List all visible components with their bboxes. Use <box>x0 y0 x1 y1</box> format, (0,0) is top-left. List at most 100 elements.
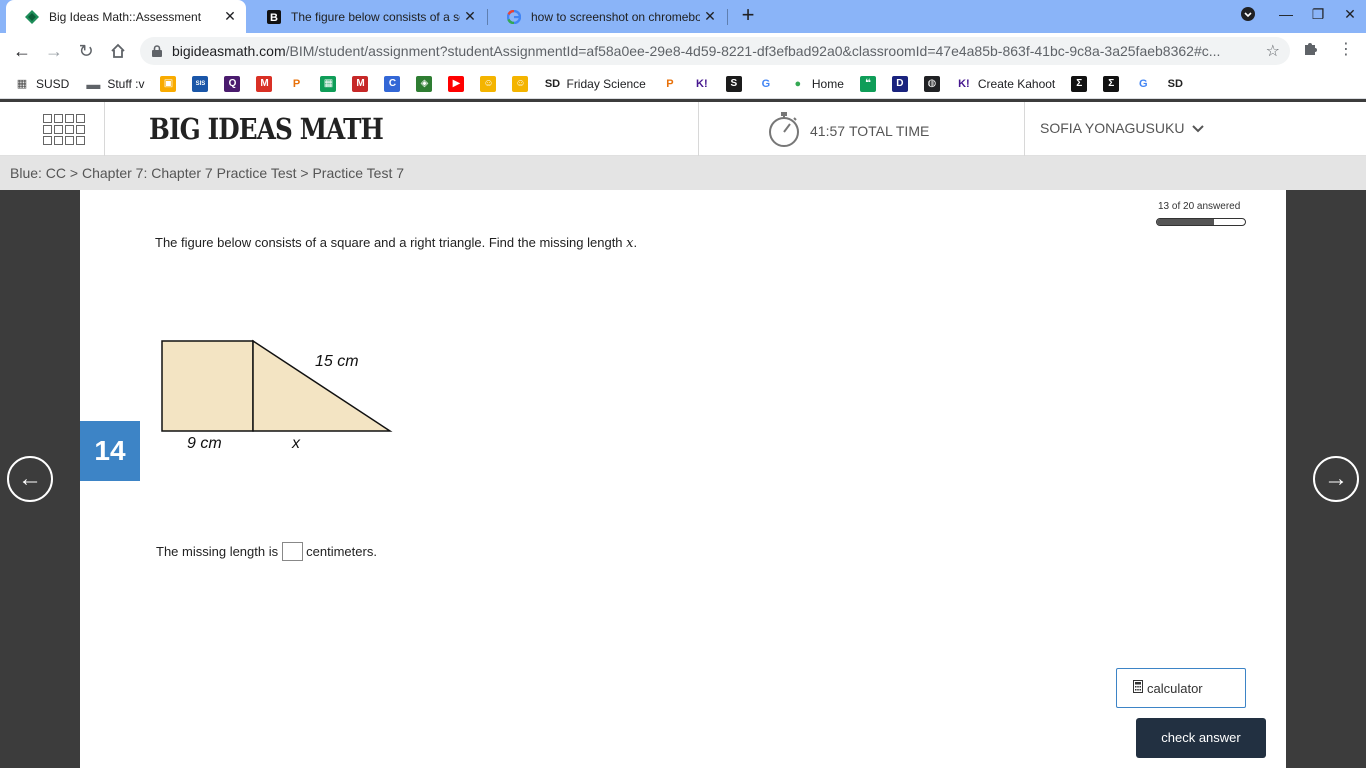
kahoot-icon: K! <box>958 77 970 90</box>
next-question-arrow-icon[interactable]: → <box>1313 456 1359 502</box>
bookmark-item[interactable]: P <box>288 76 304 92</box>
question-text-after: . <box>633 235 638 250</box>
minimize-icon[interactable]: — <box>1276 6 1296 22</box>
bookmark-item[interactable]: ▬ Stuff :v <box>85 76 144 92</box>
question-variable: x <box>626 236 634 251</box>
answer-input[interactable] <box>282 542 304 561</box>
question-text: The figure below consists of a square an… <box>155 235 637 251</box>
bookmark-item[interactable]: SD Friday Science <box>544 76 646 92</box>
address-bar[interactable]: bigideasmath.com/BIM/student/assignment?… <box>140 37 1290 65</box>
hypotenuse-label: 15 cm <box>315 353 359 370</box>
folder-icon: ▬ <box>86 75 101 92</box>
pear-icon: P <box>292 77 301 90</box>
breadcrumb: Blue: CC > Chapter 7: Chapter 7 Practice… <box>0 156 1366 190</box>
bookmark-item[interactable]: K! <box>694 76 710 92</box>
svg-text:B: B <box>270 12 278 24</box>
bookmark-item[interactable]: ☺ <box>512 75 529 92</box>
home-icon[interactable] <box>105 38 131 64</box>
time-value: 41:57 <box>810 122 846 139</box>
face-icon: ☺ <box>480 75 497 92</box>
c-icon: C <box>384 75 401 92</box>
bookmarks-bar: ▦ SUSD ▬ Stuff :v ▣ SIS Q M P ▦ M C ◈ ▶ ☺ ☺ SD Friday Sci… <box>0 69 1366 99</box>
bookmark-item[interactable]: M <box>352 75 369 92</box>
bookmark-item[interactable]: C <box>384 75 401 92</box>
bookmark-item[interactable]: ▦ <box>320 75 337 92</box>
reload-icon[interactable]: ↻ <box>73 38 99 64</box>
google-favicon-icon <box>506 9 522 25</box>
bookmark-item[interactable]: Q <box>224 75 241 92</box>
user-menu[interactable]: SOFIA YONAGUSUKU <box>1040 120 1205 136</box>
sis-icon: SIS <box>192 75 209 92</box>
bookmark-item[interactable]: SD <box>1167 76 1183 92</box>
bookmark-item[interactable]: ▣ <box>160 75 177 92</box>
bookmark-item[interactable]: ◍ <box>923 75 940 92</box>
bookmark-item[interactable]: ▦ SUSD <box>14 76 70 92</box>
brainly-favicon-icon: B <box>266 9 282 25</box>
square-side-label: 9 cm <box>187 435 222 452</box>
bookmark-item[interactable]: ● Home <box>790 76 844 92</box>
bookmark-item[interactable]: ❝ <box>859 75 876 92</box>
browser-toolbar: ← → ↻ bigideasmath.com/BIM/student/assig… <box>0 33 1366 69</box>
tab-search-chevron-icon[interactable] <box>1238 6 1258 25</box>
back-arrow-icon[interactable]: ← <box>9 38 35 64</box>
tab-close-icon[interactable]: ✕ <box>700 8 720 25</box>
big-ideas-math-favicon-icon <box>24 9 40 25</box>
forward-arrow-icon[interactable]: → <box>41 38 67 64</box>
tab-close-icon[interactable]: ✕ <box>220 8 240 25</box>
bookmark-item[interactable]: SIS <box>192 75 209 92</box>
progress-label: 13 of 20 answered <box>1158 201 1241 212</box>
bookmark-item[interactable]: M <box>256 75 273 92</box>
new-tab-plus-icon[interactable]: + <box>736 4 760 28</box>
tab-title: how to screenshot on chromebo <box>531 9 700 24</box>
app-grid-menu-icon[interactable] <box>43 114 85 146</box>
tab-close-icon[interactable]: ✕ <box>460 8 480 25</box>
bookmark-star-icon[interactable]: ☆ <box>1266 41 1280 61</box>
big-ideas-math-logo: BIG IDEAS MATH <box>149 112 384 146</box>
calculator-label: calculator <box>1147 680 1203 696</box>
bookmark-item[interactable]: ☺ <box>480 75 497 92</box>
bookmark-item[interactable]: P <box>662 76 678 92</box>
bookmark-item[interactable]: S <box>725 75 742 92</box>
header-divider <box>698 102 699 156</box>
app-header: BIG IDEAS MATH 41:57 TOTAL TIME SOFIA YO… <box>0 102 1366 156</box>
figure-svg: 15 cm 9 cm x <box>161 339 393 452</box>
bookmark-item[interactable]: ◈ <box>416 75 433 92</box>
lock-icon <box>152 45 162 57</box>
bookmark-item[interactable]: K! Create Kahoot <box>956 76 1055 92</box>
close-window-icon[interactable]: ✕ <box>1340 6 1360 23</box>
unknown-length-label: x <box>291 435 301 452</box>
bookmark-item[interactable]: D <box>891 75 908 92</box>
tab-figure-question[interactable]: B The figure below consists of a sq ✕ <box>248 0 486 33</box>
calculator-icon <box>1133 680 1143 696</box>
answer-sentence: The missing length is centimeters. <box>156 542 377 561</box>
tab-big-ideas-math[interactable]: Big Ideas Math::Assessment ✕ <box>6 0 246 33</box>
classroom-icon: ▣ <box>160 75 177 92</box>
restore-icon[interactable]: ❐ <box>1308 6 1328 23</box>
bookmark-label: Home <box>811 76 844 91</box>
hangouts-icon: ❝ <box>859 75 876 92</box>
progress-fill <box>1157 219 1215 225</box>
extensions-puzzle-icon[interactable] <box>1302 39 1320 62</box>
tab-google-search[interactable]: how to screenshot on chromebo ✕ <box>488 0 726 33</box>
question-number-badge: 14 <box>80 421 140 481</box>
bookmark-item[interactable]: Σ <box>1071 75 1088 92</box>
tab-title: The figure below consists of a sq <box>291 9 460 24</box>
user-name: SOFIA YONAGUSUKU <box>1040 120 1185 136</box>
sigma-icon: Σ <box>1103 75 1120 92</box>
progress-bar <box>1156 218 1246 226</box>
bookmark-item[interactable]: ▶ <box>448 75 465 92</box>
check-answer-button[interactable]: check answer <box>1136 718 1266 758</box>
tab-title: Big Ideas Math::Assessment <box>49 9 202 24</box>
calculator-button[interactable]: calculator <box>1116 668 1246 708</box>
bookmark-label: Friday Science <box>566 76 646 91</box>
bookmark-item[interactable]: G <box>1135 76 1151 92</box>
s-icon: S <box>725 75 742 92</box>
sheets-icon: ▦ <box>320 75 337 92</box>
answer-text-after: centimeters. <box>306 544 377 559</box>
bookmark-item[interactable]: G <box>758 76 774 92</box>
previous-question-arrow-icon[interactable]: ← <box>7 456 53 502</box>
bookmark-item[interactable]: Σ <box>1103 75 1120 92</box>
square-triangle-figure: 15 cm 9 cm x <box>155 330 475 475</box>
url-host: bigideasmath.com <box>172 43 286 59</box>
menu-kebab-icon[interactable]: ⋮ <box>1338 39 1354 59</box>
